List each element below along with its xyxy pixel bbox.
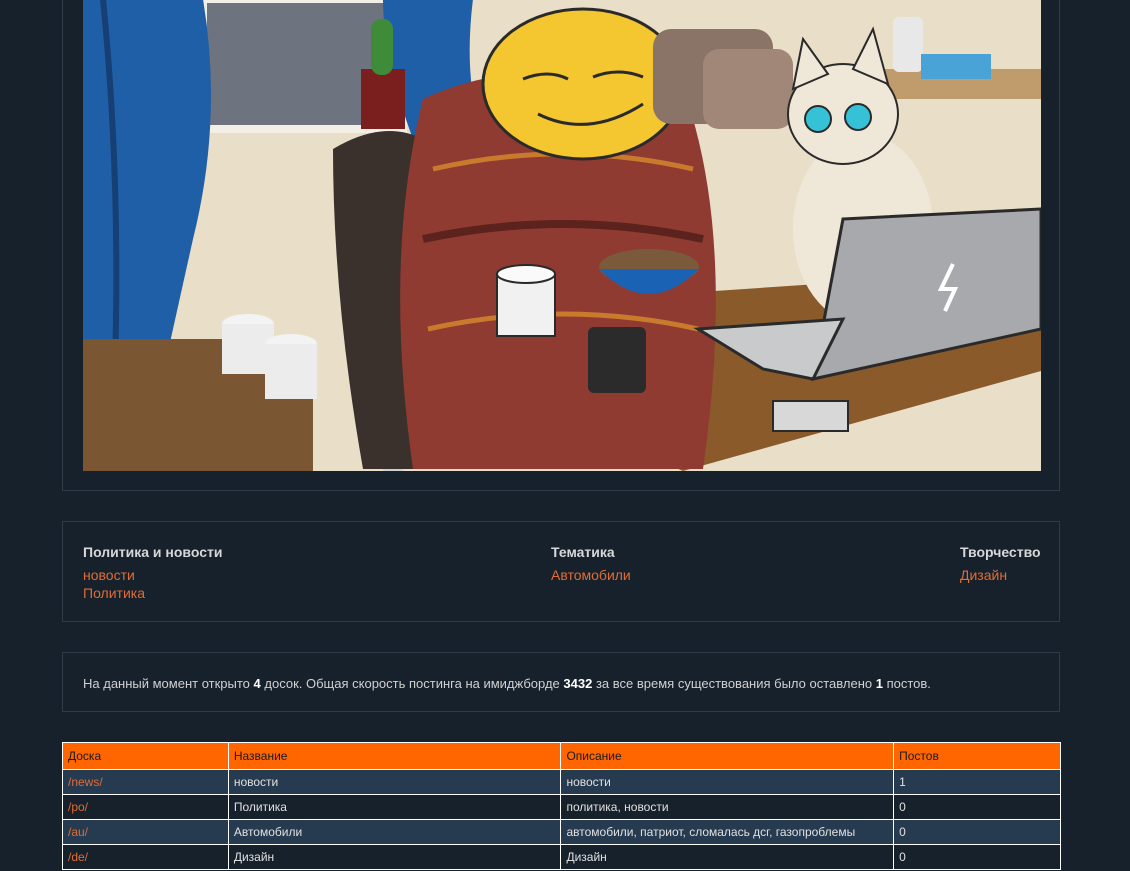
category-creativity: Творчество Дизайн: [960, 544, 1041, 584]
board-link[interactable]: /news/: [62, 769, 229, 795]
category-link-design[interactable]: Дизайн: [960, 566, 1041, 584]
stats-text: На данный момент открыто 4 досок. Общая …: [83, 676, 931, 691]
stats-prefix: На данный момент открыто: [83, 676, 250, 691]
stats-end: постов.: [886, 676, 931, 691]
category-link-cars[interactable]: Автомобили: [551, 566, 631, 584]
category-title: Политика и новости: [83, 544, 223, 560]
board-link[interactable]: /de/: [62, 844, 229, 870]
category-title: Творчество: [960, 544, 1041, 560]
category-link-politics[interactable]: Политика: [83, 584, 222, 602]
board-posts: 0: [893, 819, 1061, 845]
categories-panel: Политика и новости новости Политика Тема…: [62, 521, 1060, 622]
board-description: новости: [560, 769, 895, 795]
header-board: Доска: [62, 742, 229, 770]
table-row: /au/ Автомобили автомобили, патриот, сло…: [62, 819, 1061, 845]
board-name: Дизайн: [227, 844, 562, 870]
boards-table: Доска Название Описание Постов /news/ но…: [62, 742, 1061, 870]
category-link-news[interactable]: новости: [83, 566, 222, 584]
boards-count: 4: [253, 676, 261, 691]
board-description: Дизайн: [560, 844, 895, 870]
stats-suffix: за все время существования было оставлен…: [595, 676, 873, 691]
board-description: автомобили, патриот, сломалась дсг, газо…: [560, 819, 895, 845]
board-name: новости: [227, 769, 562, 795]
stats-panel: На данный момент открыто 4 досок. Общая …: [62, 652, 1060, 712]
category-politics-news: Политика и новости новости Политика: [83, 544, 222, 602]
posts-total: 1: [875, 676, 883, 691]
header-name: Название: [227, 742, 562, 770]
board-description: политика, новости: [560, 794, 895, 820]
table-row: /news/ новости новости 1: [62, 769, 1061, 795]
board-posts: 0: [893, 844, 1061, 870]
table-header-row: Доска Название Описание Постов: [62, 742, 1061, 770]
header-posts: Постов: [893, 742, 1061, 770]
banner-panel: [62, 0, 1060, 491]
table-row: /po/ Политика политика, новости 0: [62, 794, 1061, 820]
board-posts: 0: [893, 794, 1061, 820]
category-topics: Тематика Автомобили: [551, 544, 631, 584]
board-name: Автомобили: [227, 819, 562, 845]
board-link[interactable]: /au/: [62, 819, 229, 845]
board-posts: 1: [893, 769, 1061, 795]
banner-illustration: [83, 0, 1041, 471]
board-link[interactable]: /po/: [62, 794, 229, 820]
stats-middle: досок. Общая скорость постинга на имиджб…: [264, 676, 560, 691]
header-description: Описание: [560, 742, 895, 770]
board-name: Политика: [227, 794, 562, 820]
table-row: /de/ Дизайн Дизайн 0: [62, 844, 1061, 870]
posting-speed: 3432: [563, 676, 593, 691]
category-title: Тематика: [551, 544, 615, 560]
